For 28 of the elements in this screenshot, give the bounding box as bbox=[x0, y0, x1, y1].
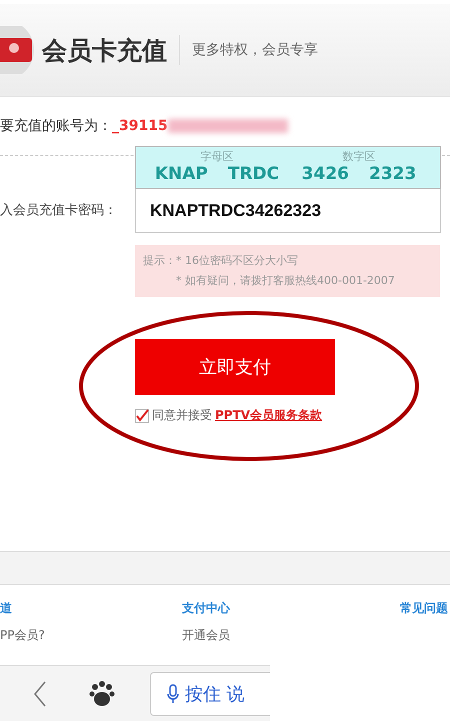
page-subtitle: 更多特权，会员专享 bbox=[192, 41, 318, 59]
back-icon[interactable] bbox=[33, 681, 47, 707]
code-group: 3426 bbox=[302, 164, 349, 184]
zone-label: 字母区 bbox=[200, 149, 234, 164]
hint-text: * 16位密码不区分大小写 bbox=[176, 253, 299, 269]
pay-button[interactable]: 立即支付 bbox=[135, 339, 335, 395]
checkbox[interactable] bbox=[135, 408, 149, 422]
password-field[interactable]: KNAPTRDC34262323 bbox=[135, 189, 441, 233]
account-label: 要充值的账号为： bbox=[0, 117, 112, 135]
microphone-icon bbox=[167, 684, 179, 704]
hint-label: 提示： bbox=[143, 253, 176, 269]
footer-heading: 常见问题 bbox=[400, 600, 449, 617]
footer-link[interactable]: 开通会员 bbox=[182, 627, 400, 644]
terms-link[interactable]: PPTV会员服务条款 bbox=[215, 407, 322, 424]
password-label: 入会员充值卡密码： bbox=[0, 202, 118, 220]
page-title: 会员卡充值 bbox=[42, 34, 167, 66]
hint-text: * 如有疑问，请拨打客服热线400-001-2007 bbox=[176, 273, 395, 289]
code-group: TRDC bbox=[228, 164, 280, 184]
zone-label: 数字区 bbox=[342, 149, 376, 164]
code-group: 2323 bbox=[369, 164, 416, 184]
footer-heading: 支付中心 bbox=[182, 600, 232, 617]
code-group: KNAP bbox=[154, 164, 208, 184]
agreement-text: 同意并接受 bbox=[152, 407, 212, 424]
paw-icon[interactable] bbox=[89, 681, 115, 707]
footer-link[interactable]: PP会员? bbox=[0, 627, 182, 644]
account-number: _39115 bbox=[112, 118, 168, 134]
voice-input-button[interactable]: 按住 说 bbox=[150, 672, 270, 716]
footer-heading: 道 bbox=[0, 600, 13, 617]
